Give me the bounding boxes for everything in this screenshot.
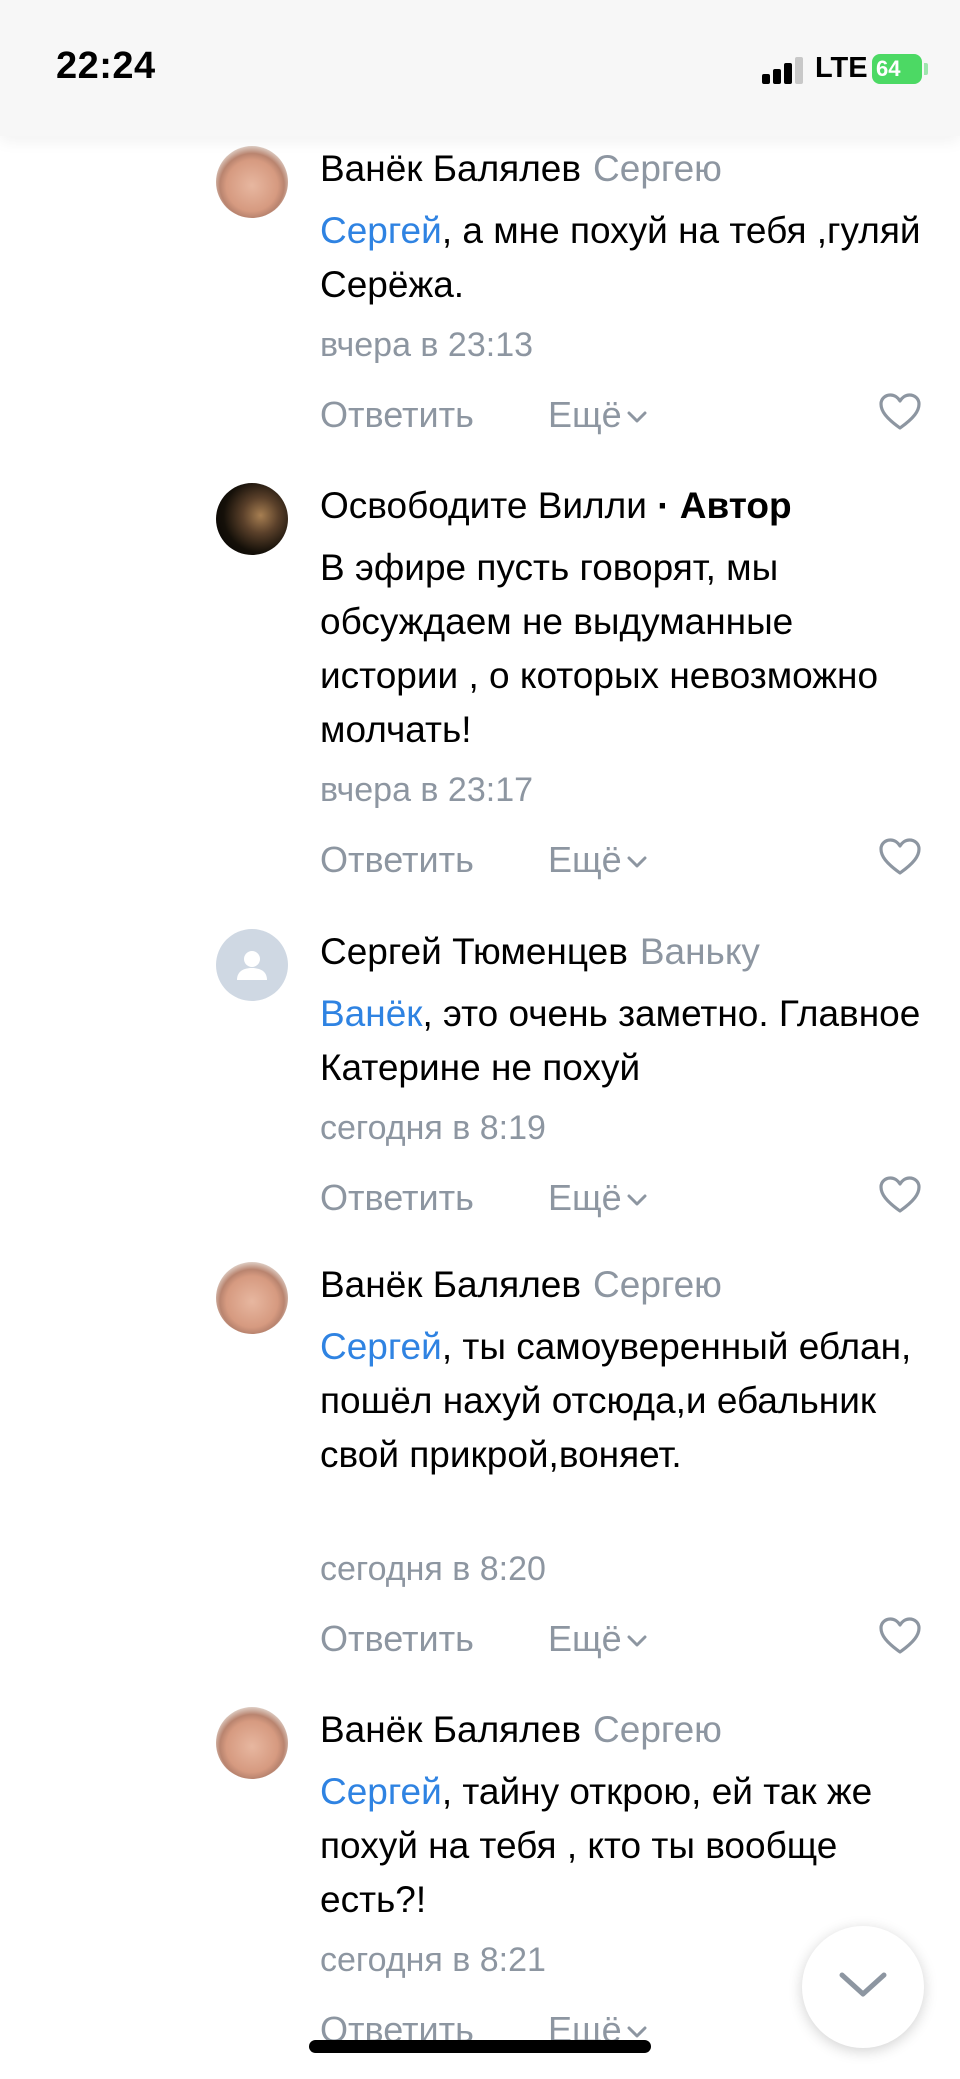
author-name[interactable]: Ванёк Балялев [320,1709,581,1750]
user-placeholder-icon [237,951,267,980]
more-label: Ещё [548,839,622,880]
comment-actions: Ответить Ещё [320,1175,922,1227]
comment-timestamp: вчера в 23:17 [320,771,534,809]
chevron-down-icon [627,2026,647,2038]
chevron-down-icon [627,856,647,868]
chevron-down-icon [627,411,647,423]
heart-outline-icon[interactable] [878,1175,922,1215]
reply-button[interactable]: Ответить [320,1618,474,1660]
more-button[interactable]: Ещё [548,1177,648,1219]
comment-actions: Ответить Ещё [320,392,922,444]
more-label: Ещё [548,1177,622,1218]
mention-link[interactable]: Сергей [320,1771,442,1812]
avatar[interactable] [216,1707,288,1779]
battery-tip [924,63,928,75]
battery-icon: 64 [872,54,922,84]
mention-link[interactable]: Сергей [320,210,442,251]
comment-header: Ванёк Балялев Сергею [320,148,722,190]
more-button[interactable]: Ещё [548,1618,648,1660]
more-button[interactable]: Ещё [548,839,648,881]
author-name[interactable]: Ванёк Балялев [320,148,581,189]
comment-timestamp: сегодня в 8:19 [320,1109,546,1147]
more-label: Ещё [548,394,622,435]
comment-body: В эфире пусть говорят, мы обсуждаем не в… [320,547,879,750]
comment-timestamp: вчера в 23:13 [320,326,534,364]
heart-outline-icon[interactable] [878,837,922,877]
status-bar: 22:24 LTE 64 [0,0,960,136]
reply-target: Сергею [593,148,722,189]
reply-button[interactable]: Ответить [320,1177,474,1219]
comment-text: В эфире пусть говорят, мы обсуждаем не в… [320,541,940,757]
comment-text: Ванёк, это очень заметно. Главное Катери… [320,987,940,1095]
more-button[interactable]: Ещё [548,394,648,436]
network-type: LTE [815,52,868,84]
avatar[interactable] [216,929,288,1001]
heart-outline-icon[interactable] [878,1616,922,1656]
reply-button[interactable]: Ответить [320,839,474,881]
reply-target: Сергею [593,1264,722,1305]
comment-actions: Ответить Ещё [320,1616,922,1668]
mention-link[interactable]: Сергей [320,1326,442,1367]
battery-level: 64 [876,56,901,81]
comment-header: Ванёк Балялев Сергею [320,1709,722,1751]
comment-header: Сергей Тюменцев Ваньку [320,931,760,973]
comment-timestamp: сегодня в 8:20 [320,1550,546,1588]
avatar[interactable] [216,1262,288,1334]
comment-header: Освободите Вилли · Автор [320,485,792,527]
author-name[interactable]: Освободите Вилли [320,485,647,526]
author-badge: · Автор [657,485,792,526]
chevron-down-icon [627,1635,647,1647]
reply-button[interactable]: Ответить [320,394,474,436]
comment-text: Сергей, а мне похуй на тебя ,гуляй Серёж… [320,204,940,312]
reply-target: Сергею [593,1709,722,1750]
comment-actions: Ответить Ещё [320,837,922,889]
author-name[interactable]: Ванёк Балялев [320,1264,581,1305]
heart-outline-icon[interactable] [878,392,922,432]
comment-timestamp: сегодня в 8:21 [320,1941,546,1979]
author-name[interactable]: Сергей Тюменцев [320,931,628,972]
more-label: Ещё [548,1618,622,1659]
reply-target: Ваньку [639,931,760,972]
cellular-signal-icon [762,57,803,84]
mention-link[interactable]: Ванёк [320,993,422,1034]
avatar[interactable] [216,483,288,555]
scroll-down-button[interactable] [802,1926,924,2048]
comment-header: Ванёк Балялев Сергею [320,1264,722,1306]
chevron-down-icon [627,1194,647,1206]
comment-text: Сергей, ты самоуверенный еблан, пошёл на… [320,1320,940,1482]
status-time: 22:24 [56,45,156,87]
home-indicator[interactable] [309,2040,651,2053]
avatar[interactable] [216,146,288,218]
chevron-down-icon [839,1972,887,1997]
comment-text: Сергей, тайну открою, ей так же похуй на… [320,1765,940,1927]
